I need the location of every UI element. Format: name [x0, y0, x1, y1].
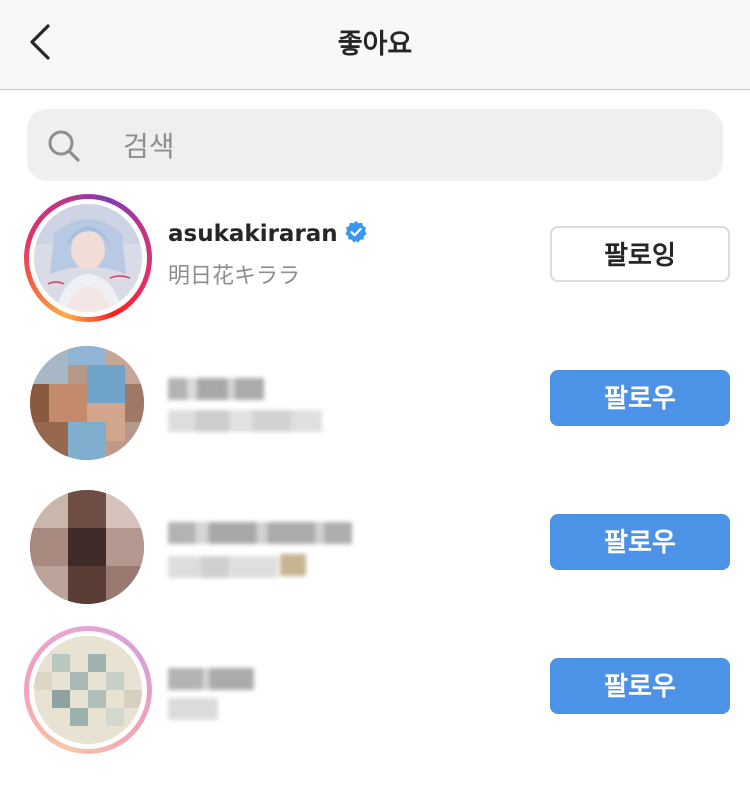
username-text: asukakiraran: [168, 221, 338, 247]
list-item[interactable]: 팔로우: [0, 626, 750, 770]
search-input[interactable]: [121, 121, 685, 171]
list-item[interactable]: asukakiraran 明日花キララ 팔로잉: [0, 194, 750, 338]
redacted-username: [168, 378, 264, 400]
username[interactable]: asukakiraran: [168, 220, 368, 247]
avatar[interactable]: [30, 346, 144, 460]
verified-badge-icon: [345, 221, 367, 243]
list-item[interactable]: 팔로우: [0, 338, 750, 482]
search-bar[interactable]: [27, 109, 723, 181]
avatar: [34, 204, 142, 312]
navigation-bar: 좋아요: [0, 0, 750, 90]
avatar: [34, 636, 142, 744]
follow-button[interactable]: 팔로우: [550, 514, 730, 570]
avatar[interactable]: [30, 490, 144, 604]
follow-button[interactable]: 팔로우: [550, 370, 730, 426]
page-title: 좋아요: [337, 29, 413, 60]
chevron-left-icon: [30, 24, 50, 60]
redacted-username: [168, 668, 254, 690]
redacted-full-name: [168, 698, 218, 720]
story-ring[interactable]: [24, 626, 152, 754]
redacted-full-name: [168, 556, 278, 578]
list-item[interactable]: 팔로우: [0, 482, 750, 626]
redacted-username: [168, 522, 352, 544]
full-name: 明日花キララ: [168, 264, 301, 289]
search-icon: [48, 130, 80, 162]
back-button[interactable]: [22, 18, 62, 66]
following-button[interactable]: 팔로잉: [550, 226, 730, 282]
redacted-emoji: [280, 554, 306, 576]
redacted-full-name: [168, 410, 322, 432]
story-ring[interactable]: [24, 194, 152, 322]
follow-button[interactable]: 팔로우: [550, 658, 730, 714]
